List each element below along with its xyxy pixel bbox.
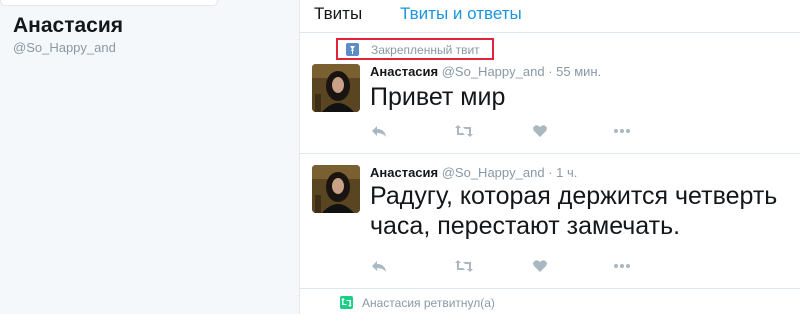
retweet-context-icon [340, 296, 353, 309]
tweet-author[interactable]: Анастасия [370, 64, 438, 79]
reply-icon[interactable] [370, 124, 388, 143]
profile-tabs: Твиты Твиты и ответы [300, 0, 800, 33]
profile-name: Анастасия [13, 14, 124, 37]
tweet-actions [370, 259, 670, 279]
profile-handle: @So_Happy_and [13, 40, 116, 55]
separator: · [548, 64, 553, 79]
tweet-author[interactable]: Анастасия [370, 165, 438, 180]
tab-tweets-and-replies[interactable]: Твиты и ответы [400, 4, 522, 24]
retweet-context-text: Анастасия ретвитнул(а) [362, 296, 495, 310]
tweet-header: Анастасия @So_Happy_and · 1 ч. [370, 165, 577, 180]
retweet-icon[interactable] [454, 124, 474, 143]
tweet-handle[interactable]: @So_Happy_and [442, 64, 545, 79]
reply-icon[interactable] [370, 259, 388, 278]
tweet-handle[interactable]: @So_Happy_and [442, 165, 545, 180]
tweet-time[interactable]: 1 ч. [556, 165, 577, 180]
tweet[interactable]: Анастасия @So_Happy_and · 55 мин. Привет… [300, 62, 800, 154]
pinned-label: Закрепленный твит [371, 43, 480, 57]
avatar[interactable] [312, 165, 360, 213]
tweet-header: Анастасия @So_Happy_and · 55 мин. [370, 64, 601, 79]
retweet-icon[interactable] [454, 259, 474, 278]
separator: · [548, 165, 553, 180]
more-icon[interactable] [612, 259, 632, 278]
tweet-time[interactable]: 55 мин. [556, 64, 601, 79]
tweet-actions [370, 124, 670, 144]
tab-tweets[interactable]: Твиты [314, 4, 362, 24]
profile-card-edge [0, 0, 218, 6]
heart-icon[interactable] [532, 259, 548, 278]
tweet[interactable]: Анастасия @So_Happy_and · 1 ч. Радугу, к… [300, 163, 800, 289]
avatar[interactable] [312, 64, 360, 112]
heart-icon[interactable] [532, 124, 548, 143]
tweet-text: Радугу, которая держится четверть часа, … [370, 182, 778, 240]
tweet-text: Привет мир [370, 83, 506, 111]
more-icon[interactable] [612, 124, 632, 143]
timeline: Твиты Твиты и ответы Закрепленный твит А… [299, 0, 800, 314]
pinned-tweet-context: Закрепленный твит [336, 38, 494, 60]
pin-icon [346, 43, 359, 56]
